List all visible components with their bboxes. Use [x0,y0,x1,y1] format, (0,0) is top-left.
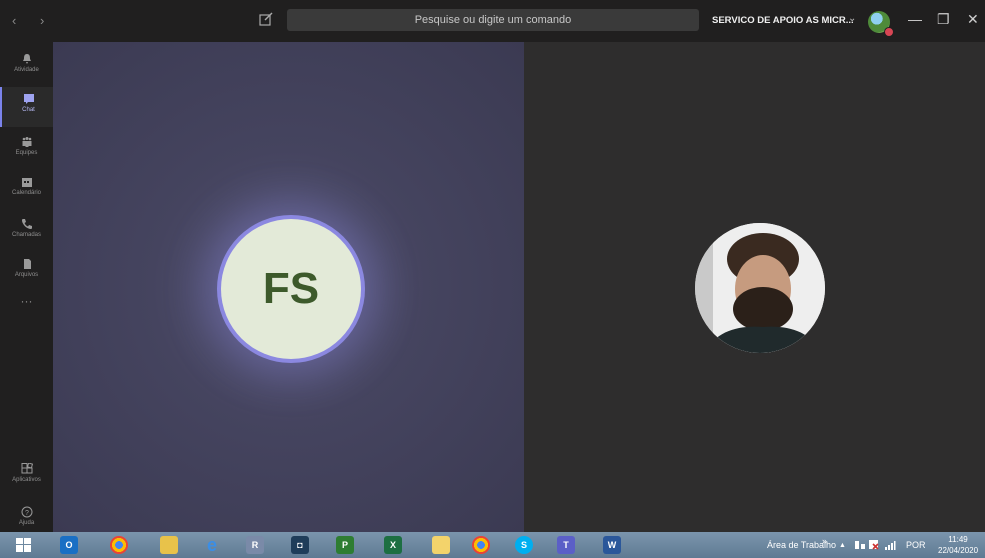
sidebar-item-calls[interactable]: Chamadas [0,212,53,252]
more-apps-button[interactable]: ··· [0,294,53,334]
clock-date: 22/04/2020 [938,546,979,555]
outlook-icon[interactable]: O [60,536,78,554]
sidebar-item-activity[interactable]: Atividade [0,47,53,87]
clock-time: 11:49 [948,535,968,544]
sidebar-item-chat[interactable]: Chat [0,87,55,127]
folder-icon[interactable] [432,536,450,554]
windows-taskbar: O e R ◘ P X S T W Área de Trabalho » ▲ P… [0,532,985,558]
sidebar-item-teams[interactable]: Equipes [0,130,53,170]
close-button[interactable]: ✕ [967,11,979,28]
chevron-down-icon[interactable]: ⌄ [848,13,856,24]
chat-icon [23,94,34,104]
calendar-icon [21,178,32,187]
sidebar-item-label: Chamadas [11,232,41,238]
new-chat-icon[interactable] [258,11,274,27]
app-rail: Atividade Chat Equipes Calendário Chamad… [0,42,55,532]
svg-text:?: ? [25,510,29,517]
signal-bars-icon[interactable] [884,539,896,551]
tray-overflow-icon[interactable]: ▲ [839,542,846,549]
sidebar-item-label: Equipes [15,150,38,156]
sidebar-item-label: Chat [22,107,35,113]
maximize-button[interactable]: ❐ [937,11,950,28]
back-forward-arrows[interactable]: ‹ › [12,13,54,28]
skype-icon[interactable]: S [515,536,533,554]
chrome-icon[interactable] [110,536,128,554]
apps-icon [21,463,33,474]
sidebar-item-calendar[interactable]: Calendário [0,170,53,210]
title-bar: ‹ › Pesquise ou digite um comando SERVIC… [0,0,985,43]
file-explorer-icon[interactable] [160,536,178,554]
participant-avatar-photo [695,223,825,353]
help-icon: ? [21,506,32,518]
network-icon[interactable] [854,539,866,551]
search-input[interactable]: Pesquise ou digite um comando [287,9,699,31]
word-icon[interactable]: W [603,536,621,554]
project-icon[interactable]: P [336,536,354,554]
teams-taskbar-icon[interactable]: T [557,536,575,554]
minimize-button[interactable]: — [908,11,922,27]
tenant-name[interactable]: SERVICO DE APOIO AS MICR... [712,15,854,26]
app-icon[interactable]: ◘ [291,536,309,554]
internet-explorer-icon[interactable]: e [203,535,221,555]
taskbar-clock[interactable]: 11:49 22/04/2020 [938,534,978,556]
person-photo-icon [695,223,825,353]
sidebar-item-label: Aplicativos [12,477,41,483]
app-icon[interactable]: R [246,536,264,554]
input-language[interactable]: POR [906,540,926,550]
chrome-icon[interactable] [472,536,490,554]
file-icon [23,259,31,269]
toolbar-expand-icon[interactable]: » [822,536,827,546]
teams-icon [22,137,31,147]
presence-busy-icon [884,27,894,37]
sidebar-item-label: Calendário [11,190,42,196]
windows-start-icon[interactable] [16,538,31,552]
bell-icon [22,54,31,64]
flag-alert-icon[interactable] [868,539,880,551]
sidebar-item-label: Atividade [14,67,39,73]
participant-avatar-initials: FS [221,219,361,359]
excel-icon[interactable]: X [384,536,402,554]
phone-icon [21,219,32,229]
sidebar-item-label: Arquivos [14,272,39,278]
sidebar-item-files[interactable]: Arquivos [0,252,53,292]
sidebar-item-label: Ajuda [18,520,35,526]
sidebar-item-apps[interactable]: Aplicativos [0,457,53,497]
